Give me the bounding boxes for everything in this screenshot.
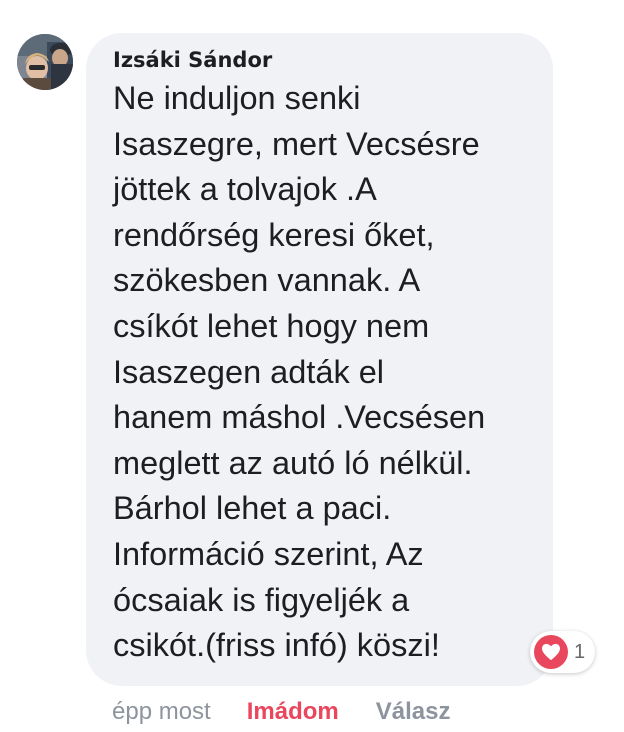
- comment-line: csikót.(friss infó) köszi!: [113, 627, 440, 664]
- comment-text: Ne induljon senki Isaszegre, mert Vecsés…: [113, 76, 533, 669]
- profile-photo: [17, 34, 73, 90]
- comment-line: Információ szerint, Az: [113, 535, 424, 572]
- reply-button[interactable]: Válasz: [376, 696, 451, 728]
- timestamp[interactable]: épp most: [112, 696, 211, 728]
- comment-line: hanem máshol .Vecsésen: [113, 399, 486, 436]
- comment-actions: épp most Imádom Válasz: [112, 696, 450, 728]
- comment-author[interactable]: Izsáki Sándor: [113, 46, 533, 74]
- comment-line: meglett az autó ló nélkül.: [113, 444, 473, 481]
- avatar[interactable]: [17, 34, 73, 90]
- comment-line: csíkót lehet hogy nem: [113, 307, 430, 344]
- love-reaction-button[interactable]: Imádom: [247, 696, 339, 728]
- reactions-summary[interactable]: 1: [530, 631, 596, 673]
- heart-icon: [534, 635, 568, 669]
- comment-line: Bárhol lehet a paci.: [113, 490, 392, 527]
- comment-line: szökesben vannak. A: [113, 262, 421, 299]
- comment-line: ócsaiak is figyeljék a: [113, 581, 410, 618]
- comment-line: jöttek a tolvajok .A: [113, 171, 377, 208]
- comment-line: Ne induljon senki: [113, 80, 361, 116]
- comment-line: Isaszegen adták el: [113, 353, 385, 390]
- comment-line: Isaszegre, mert Vecsésre: [113, 125, 480, 162]
- comment-bubble: Izsáki Sándor Ne induljon senki Isaszegr…: [86, 33, 553, 686]
- comment-line: rendőrség keresi őket,: [113, 216, 435, 253]
- reaction-count: 1: [574, 640, 586, 663]
